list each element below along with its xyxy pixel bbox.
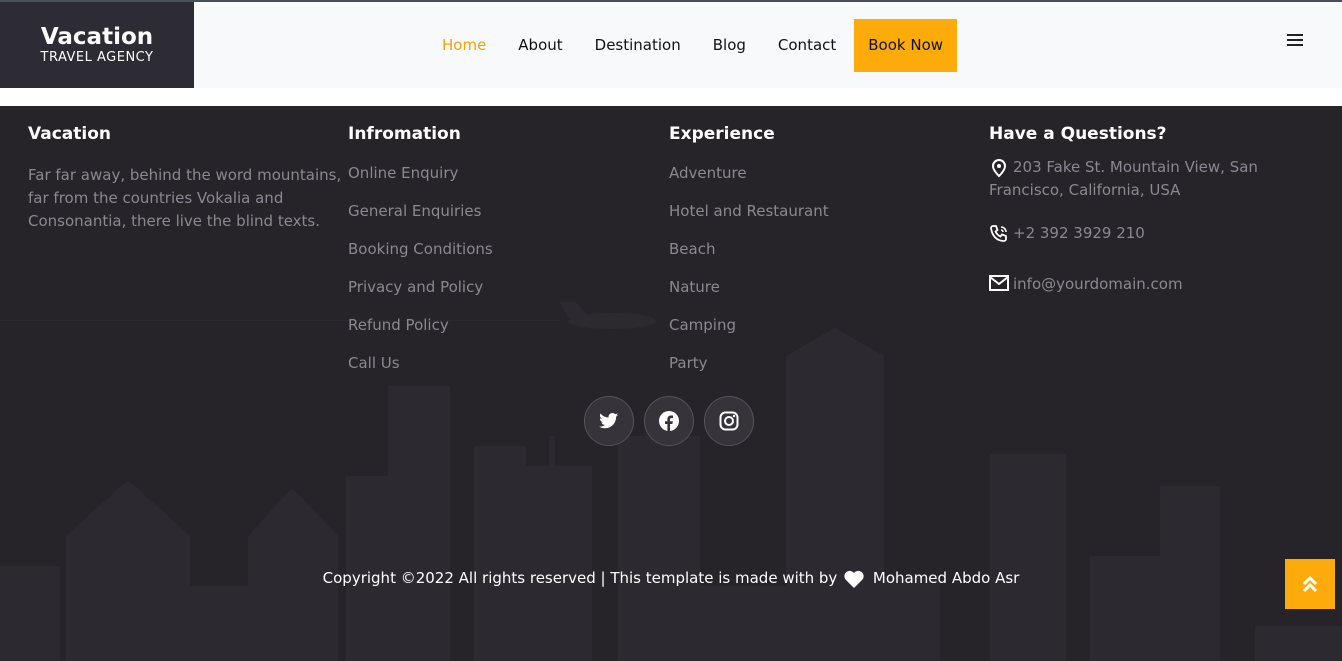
link-refund-policy[interactable]: Refund Policy: [348, 316, 648, 334]
heart-icon: [844, 570, 864, 588]
contact-email-text[interactable]: info@yourdomain.com: [1013, 273, 1183, 298]
copyright-author[interactable]: Mohamed Abdo Asr: [873, 569, 1019, 587]
brand-logo[interactable]: Vacation TRAVEL AGENCY: [0, 2, 194, 88]
menu-icon[interactable]: [1286, 33, 1304, 47]
nav-about[interactable]: About: [518, 36, 562, 54]
facebook-button[interactable]: [644, 396, 694, 446]
footer-about-text: Far far away, behind the word mountains,…: [28, 166, 342, 230]
double-chevron-up-icon: [1302, 575, 1318, 593]
footer-contact-column: Have a Questions? 203 Fake St. Mountain …: [989, 124, 1289, 298]
link-beach[interactable]: Beach: [669, 240, 969, 258]
footer-about-column: Vacation Far far away, behind the word m…: [28, 124, 344, 233]
phone-icon: [989, 222, 1013, 251]
contact-address-text: 203 Fake St. Mountain View, San Francisc…: [989, 158, 1258, 199]
footer-about-title: Vacation: [28, 124, 111, 144]
contact-address: 203 Fake St. Mountain View, San Francisc…: [989, 156, 1289, 202]
nav-blog[interactable]: Blog: [713, 36, 746, 54]
link-privacy-policy[interactable]: Privacy and Policy: [348, 278, 648, 296]
contact-phone: +2 392 3929 210: [989, 222, 1289, 251]
link-adventure[interactable]: Adventure: [669, 164, 969, 182]
back-to-top-button[interactable]: [1285, 559, 1335, 609]
link-booking-conditions[interactable]: Booking Conditions: [348, 240, 648, 258]
facebook-icon: [659, 411, 679, 431]
link-nature[interactable]: Nature: [669, 278, 969, 296]
footer-information-column: Infromation Online Enquiry General Enqui…: [348, 124, 648, 392]
book-now-button[interactable]: Book Now: [854, 18, 958, 72]
nav-contact[interactable]: Contact: [778, 36, 836, 54]
contact-email: info@yourdomain.com: [989, 273, 1289, 298]
footer-experience-column: Experience Adventure Hotel and Restauran…: [669, 124, 969, 392]
footer-contact-title: Have a Questions?: [989, 124, 1167, 144]
brand-name: Vacation: [40, 24, 154, 50]
site-footer: Vacation Far far away, behind the word m…: [0, 106, 1342, 661]
social-links: [584, 396, 754, 446]
footer-experience-title: Experience: [669, 124, 775, 144]
brand-tagline: TRAVEL AGENCY: [40, 50, 154, 65]
mail-icon: [989, 273, 1013, 298]
contact-phone-text[interactable]: +2 392 3929 210: [1013, 222, 1145, 251]
nav-destination[interactable]: Destination: [595, 36, 681, 54]
site-header: Vacation TRAVEL AGENCY Home About Destin…: [0, 0, 1342, 88]
link-call-us[interactable]: Call Us: [348, 354, 648, 372]
copyright-text: Copyright ©2022 All rights reserved | Th…: [322, 569, 838, 587]
main-nav: Home About Destination Blog Contact Book…: [426, 18, 958, 72]
copyright-line: Copyright ©2022 All rights reserved | Th…: [0, 566, 1342, 590]
twitter-icon: [599, 413, 619, 429]
instagram-button[interactable]: [704, 396, 754, 446]
link-camping[interactable]: Camping: [669, 316, 969, 334]
nav-home[interactable]: Home: [442, 36, 486, 54]
link-hotel-restaurant[interactable]: Hotel and Restaurant: [669, 202, 969, 220]
link-party[interactable]: Party: [669, 354, 969, 372]
instagram-icon: [719, 411, 739, 431]
link-general-enquiries[interactable]: General Enquiries: [348, 202, 648, 220]
link-online-enquiry[interactable]: Online Enquiry: [348, 164, 648, 182]
footer-information-title: Infromation: [348, 124, 461, 144]
twitter-button[interactable]: [584, 396, 634, 446]
